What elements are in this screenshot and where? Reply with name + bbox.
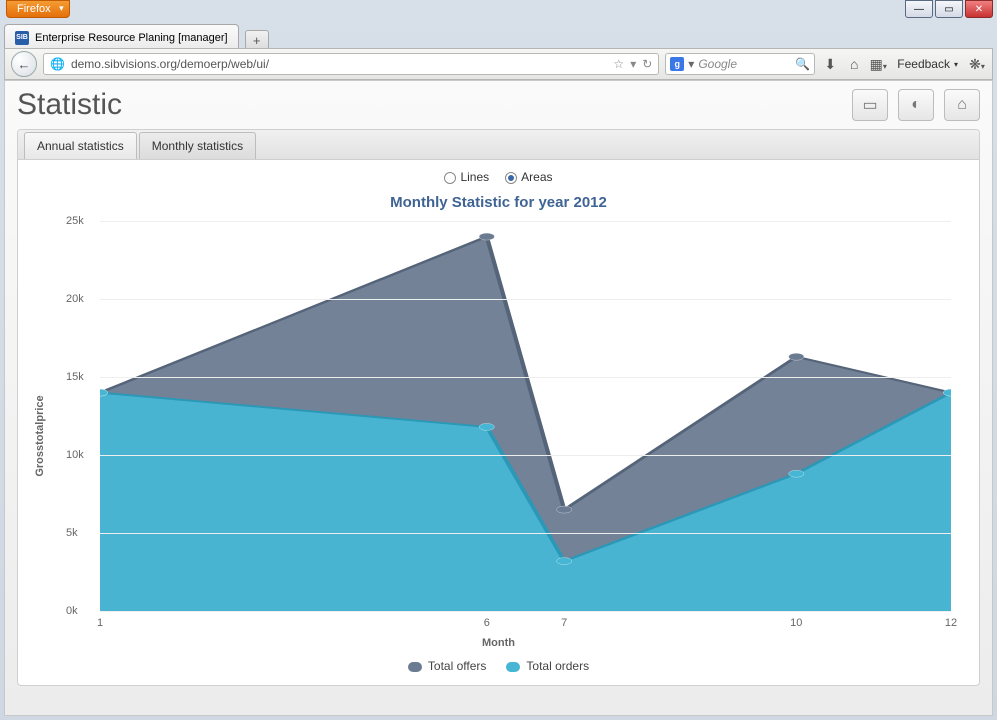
y-tick: 20k <box>66 293 84 305</box>
chart-title: Monthly Statistic for year 2012 <box>18 188 979 221</box>
home-icon[interactable]: ⌂ <box>845 56 863 72</box>
bookmark-icon[interactable]: ☆ <box>613 57 624 71</box>
search-input[interactable]: g ▾ Google 🔍 <box>665 53 815 75</box>
favicon-icon: SIB <box>15 31 29 45</box>
dropdown-icon[interactable]: ▾ <box>630 57 636 71</box>
legend-orders[interactable]: Total orders <box>506 659 589 673</box>
page-title: Statistic <box>17 88 122 122</box>
header-action-1[interactable]: ▭ <box>852 89 888 121</box>
close-button[interactable]: ✕ <box>965 0 993 18</box>
radio-areas[interactable]: Areas <box>505 170 552 184</box>
downloads-icon[interactable]: ⬇ <box>821 56 839 73</box>
search-go-icon[interactable]: 🔍 <box>795 57 810 71</box>
y-tick: 5k <box>66 527 78 539</box>
chart-plot-area: 0k5k10k15k20k25k1671012 <box>100 221 951 611</box>
x-tick: 10 <box>790 617 802 629</box>
y-tick: 15k <box>66 371 84 383</box>
y-tick: 0k <box>66 605 78 617</box>
globe-icon: 🌐 <box>50 57 65 71</box>
x-tick: 6 <box>484 617 490 629</box>
search-placeholder: Google <box>698 57 737 71</box>
y-axis-label: Grosstotalprice <box>34 395 46 476</box>
legend-offers[interactable]: Total offers <box>408 659 486 673</box>
maximize-button[interactable]: ▭ <box>935 0 963 18</box>
minimize-button[interactable]: — <box>905 0 933 18</box>
tab-annual-statistics[interactable]: Annual statistics <box>24 132 137 159</box>
bookmarks-icon[interactable]: ▦▾ <box>869 56 887 73</box>
firefox-menu-button[interactable]: Firefox <box>6 0 70 18</box>
feedback-button[interactable]: Feedback▾ <box>893 57 962 71</box>
url-input[interactable]: 🌐 demo.sibvisions.org/demoerp/web/ui/ ☆ … <box>43 53 659 75</box>
tab-monthly-statistics[interactable]: Monthly statistics <box>139 132 256 159</box>
x-axis-label: Month <box>38 637 959 649</box>
url-text: demo.sibvisions.org/demoerp/web/ui/ <box>71 57 269 71</box>
x-tick: 7 <box>561 617 567 629</box>
google-icon: g <box>670 57 684 71</box>
x-tick: 12 <box>945 617 957 629</box>
y-tick: 10k <box>66 449 84 461</box>
back-button[interactable]: ← <box>11 51 37 77</box>
addon-icon[interactable]: ❋▾ <box>968 56 986 73</box>
browser-tab[interactable]: SIB Enterprise Resource Planing [manager… <box>4 24 239 50</box>
x-tick: 1 <box>97 617 103 629</box>
y-tick: 25k <box>66 215 84 227</box>
radio-lines[interactable]: Lines <box>444 170 489 184</box>
header-action-refresh[interactable]: ◐ <box>898 89 934 121</box>
reload-icon[interactable]: ↻ <box>642 57 652 71</box>
header-action-home[interactable]: ⌂ <box>944 89 980 121</box>
new-tab-button[interactable]: + <box>245 30 269 50</box>
browser-tab-title: Enterprise Resource Planing [manager] <box>35 32 228 44</box>
